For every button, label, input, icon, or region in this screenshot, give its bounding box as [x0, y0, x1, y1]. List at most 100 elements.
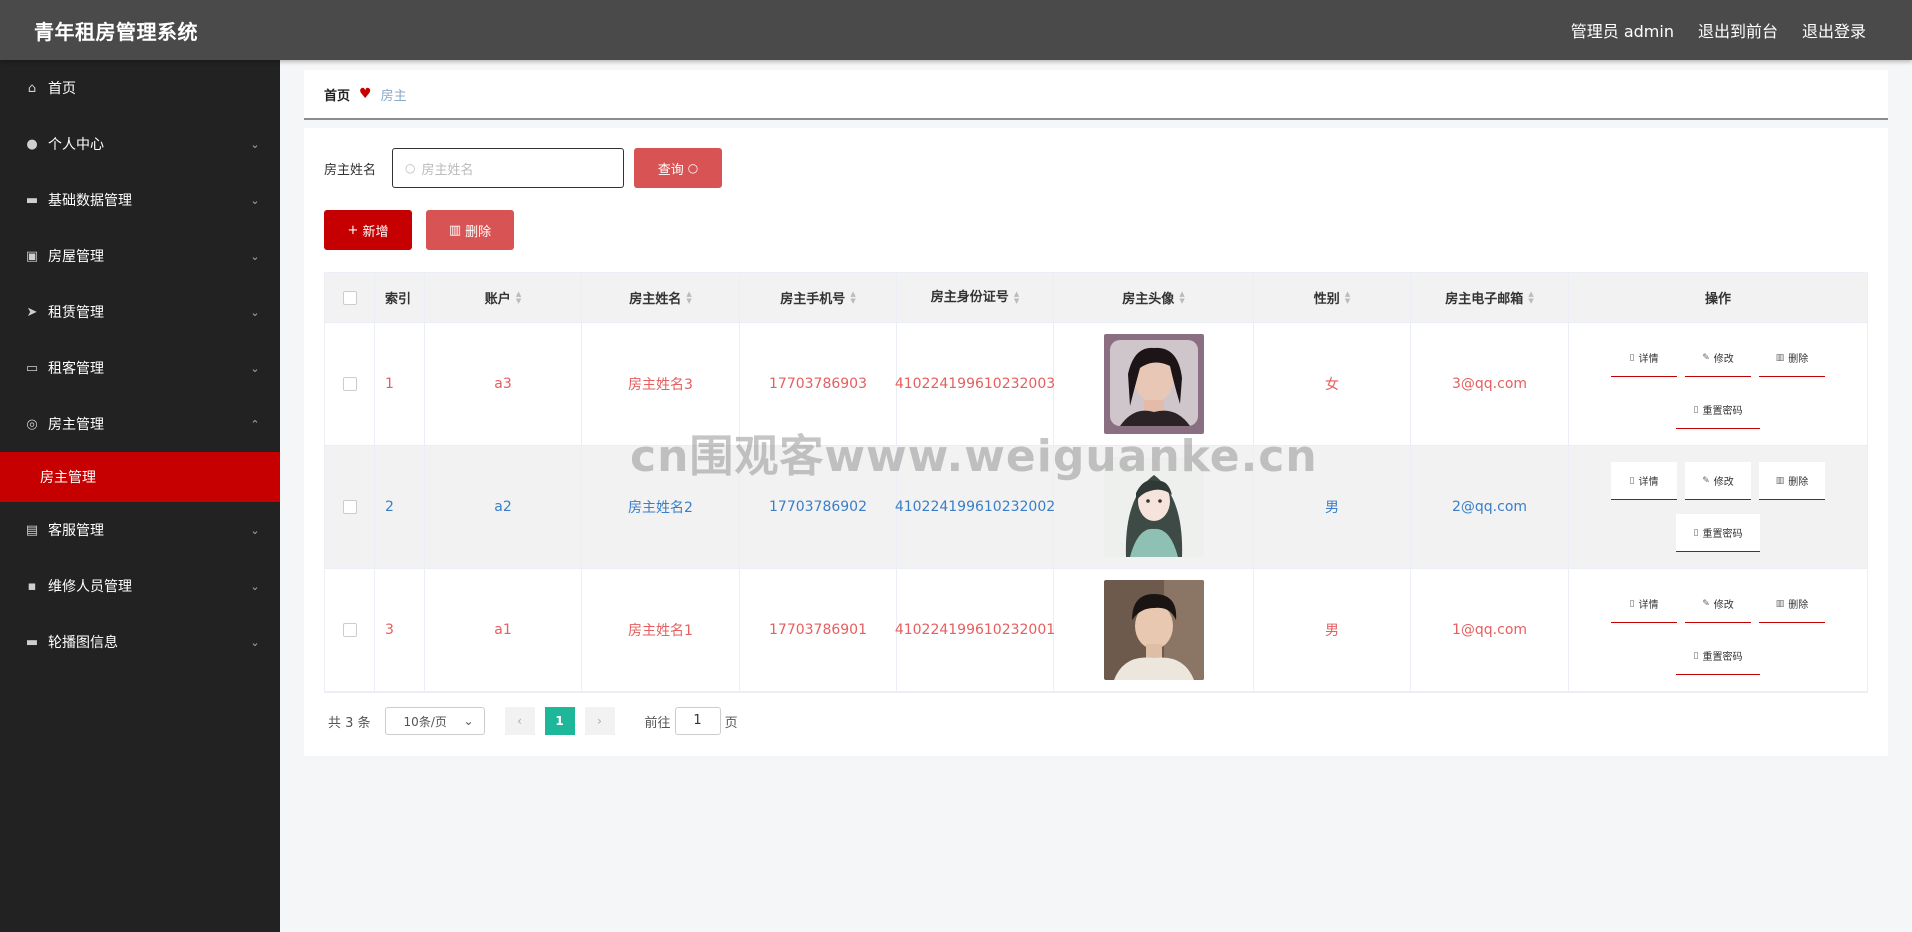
breadcrumb-home[interactable]: 首页 [324, 85, 350, 104]
detail-button[interactable]: ▯ 详情 [1611, 462, 1677, 500]
logout-link[interactable]: 退出登录 [1802, 18, 1866, 42]
edit-button[interactable]: ✎ 修改 [1685, 339, 1751, 377]
send-icon: ➤ [26, 304, 38, 320]
detail-button[interactable]: ▯ 详情 [1611, 585, 1677, 623]
to-front-link[interactable]: 退出到前台 [1698, 18, 1778, 42]
sidebar-item-label: 房屋管理 [48, 249, 104, 265]
header-name[interactable]: 房主姓名 ▲ ▼ [582, 273, 740, 322]
table-row: 3 a1 房主姓名1 17703786901 41022419961023200… [325, 569, 1867, 692]
sidebar-item-repair[interactable]: ▪ 维修人员管理 ⌄ [0, 558, 280, 614]
header-phone[interactable]: 房主手机号 ▲ ▼ [740, 273, 897, 322]
search-input[interactable]: ○ 房主姓名 [392, 148, 624, 188]
reset-password-button[interactable]: ▯ 重置密码 [1676, 391, 1760, 429]
op-label: 修改 [1713, 600, 1734, 611]
sort-icon[interactable]: ▲ ▼ [686, 290, 691, 305]
goto-prefix: 前往 [644, 715, 671, 731]
header-avatar[interactable]: 房主头像 ▲ ▼ [1054, 273, 1254, 322]
cell-name: 房主姓名3 [582, 323, 740, 445]
header-email[interactable]: 房主电子邮箱 ▲ ▼ [1411, 273, 1569, 322]
goto-suffix: 页 [724, 715, 738, 731]
search-icon: ○ [405, 161, 416, 175]
op-label: 重置密码 [1702, 652, 1743, 663]
cell-phone: 17703786903 [740, 323, 897, 445]
sidebar-item-lease[interactable]: ➤ 租赁管理 ⌄ [0, 284, 280, 340]
chevron-down-icon: ⌄ [250, 305, 260, 319]
cell-avatar [1054, 569, 1254, 691]
page-number-button[interactable]: 1 [544, 707, 575, 735]
chevron-down-icon: ⌄ [250, 579, 260, 593]
sidebar-item-label: 首页 [48, 81, 76, 97]
sort-icon[interactable]: ▲ ▼ [1179, 290, 1184, 305]
cell-account: a1 [425, 569, 582, 691]
document-icon: ▯ [1629, 598, 1635, 609]
row-checkbox[interactable] [342, 500, 357, 514]
trash-icon: ▥ [1775, 352, 1785, 363]
pagination: 共 3 条 10条/页 ⌄ ‹ 1 › 前往 1 页 [324, 707, 1868, 735]
app-title: 青年租房管理系统 [34, 19, 198, 44]
row-checkbox[interactable] [342, 623, 357, 637]
add-button[interactable]: + 新增 [324, 210, 412, 250]
header-label: 账户 [484, 292, 511, 307]
batch-delete-button[interactable]: ▥ 删除 [426, 210, 514, 250]
sidebar-item-landlord[interactable]: ◎ 房主管理 ⌃ [0, 396, 280, 452]
edit-button[interactable]: ✎ 修改 [1685, 585, 1751, 623]
chevron-down-icon: ⌄ [250, 361, 260, 375]
sidebar-item-tenant[interactable]: ▭ 租客管理 ⌄ [0, 340, 280, 396]
monitor-icon: ▭ [25, 360, 39, 376]
sidebar: ⌂ 首页 ● 个人中心 ⌄ ▬ 基础数据管理 ⌄ ▣ 房屋管理 ⌄ ➤ 租赁管理… [0, 60, 280, 932]
header-gender[interactable]: 性别 ▲ ▼ [1254, 273, 1411, 322]
cell-ops: ▯ 详情 ✎ 修改 ▥ 删除 ▯ 重置密码 [1569, 446, 1867, 568]
sort-icon[interactable]: ▲ ▼ [850, 290, 855, 305]
op-label: 重置密码 [1702, 529, 1743, 540]
pencil-icon: ✎ [1702, 598, 1710, 609]
header-id-card[interactable]: 房主身份证号 ▲ ▼ [897, 273, 1054, 322]
sidebar-item-house[interactable]: ▣ 房屋管理 ⌄ [0, 228, 280, 284]
cell-name: 房主姓名2 [582, 446, 740, 568]
row-checkbox[interactable] [342, 377, 357, 391]
select-all-checkbox[interactable] [342, 290, 357, 305]
row-select[interactable] [325, 323, 375, 445]
reset-password-button[interactable]: ▯ 重置密码 [1676, 637, 1760, 675]
sidebar-item-label: 租赁管理 [48, 305, 104, 321]
sort-icon[interactable]: ▲ ▼ [516, 290, 521, 305]
sidebar-item-personal[interactable]: ● 个人中心 ⌄ [0, 116, 280, 172]
clipboard-icon: ▤ [25, 522, 39, 538]
sidebar-item-basic-data[interactable]: ▬ 基础数据管理 ⌄ [0, 172, 280, 228]
delete-button[interactable]: ▥ 删除 [1759, 462, 1825, 500]
sort-icon[interactable]: ▲ ▼ [1528, 290, 1533, 305]
reset-password-button[interactable]: ▯ 重置密码 [1676, 514, 1760, 552]
header-account[interactable]: 账户 ▲ ▼ [425, 273, 582, 322]
page-size-select[interactable]: 10条/页 ⌄ [384, 707, 485, 735]
sidebar-item-label: 房主管理 [48, 417, 104, 433]
avatar-woman-pillow[interactable] [1103, 334, 1204, 434]
chevron-down-icon: ⌄ [250, 523, 260, 537]
avatar-anime-girl[interactable] [1103, 457, 1204, 557]
cell-account: a2 [425, 446, 582, 568]
delete-button[interactable]: ▥ 删除 [1759, 339, 1825, 377]
cell-email: 3@qq.com [1411, 323, 1569, 445]
op-label: 重置密码 [1702, 406, 1743, 417]
sidebar-item-home[interactable]: ⌂ 首页 [0, 60, 280, 116]
delete-button[interactable]: ▥ 删除 [1759, 585, 1825, 623]
query-button[interactable]: 查询 ○ [634, 148, 722, 188]
detail-button[interactable]: ▯ 详情 [1611, 339, 1677, 377]
sort-icon[interactable]: ▲ ▼ [1345, 290, 1350, 305]
image-icon: ▬ [25, 634, 39, 650]
goto-page-input[interactable]: 1 [674, 707, 721, 735]
prev-page-button[interactable]: ‹ [504, 707, 535, 735]
sidebar-subitem-landlord-manage[interactable]: 房主管理 [0, 452, 280, 502]
document-icon: ▯ [1693, 527, 1699, 538]
cell-avatar [1054, 446, 1254, 568]
sidebar-item-service[interactable]: ▤ 客服管理 ⌄ [0, 502, 280, 558]
edit-button[interactable]: ✎ 修改 [1685, 462, 1751, 500]
row-select[interactable] [325, 569, 375, 691]
avatar-young-man[interactable] [1103, 580, 1204, 680]
sort-icon[interactable]: ▲ ▼ [1014, 290, 1019, 305]
next-page-button[interactable]: › [584, 707, 615, 735]
row-select[interactable] [325, 446, 375, 568]
header-index: 索引 [375, 273, 425, 322]
sidebar-item-label: 轮播图信息 [48, 635, 118, 651]
query-label: 查询 [657, 162, 684, 178]
sidebar-item-carousel[interactable]: ▬ 轮播图信息 ⌄ [0, 614, 280, 670]
header-select-all[interactable] [325, 273, 375, 322]
